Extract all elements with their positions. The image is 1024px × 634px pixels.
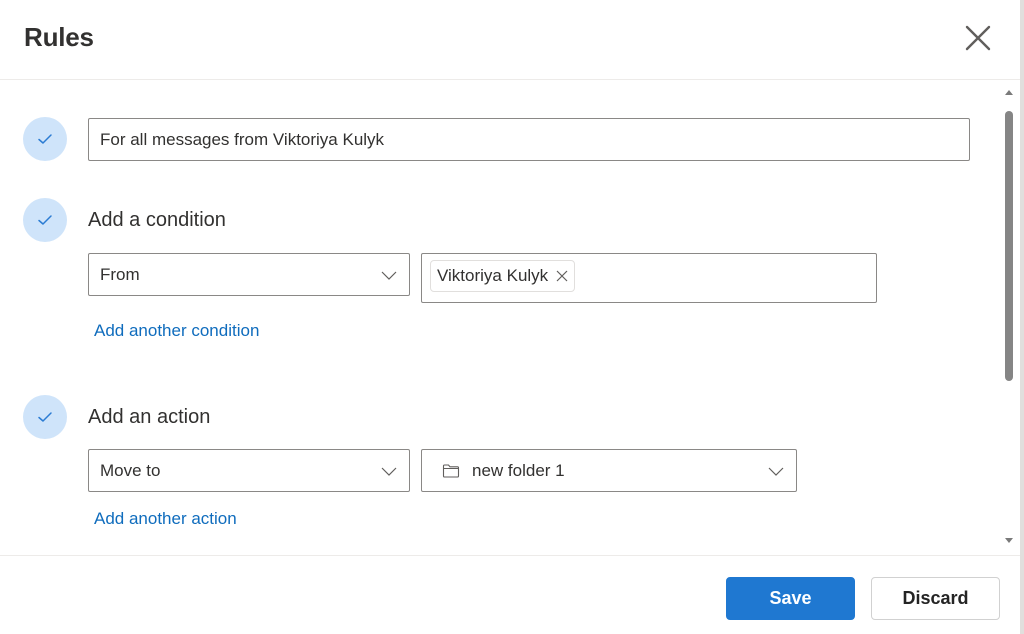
chevron-down-icon: [768, 467, 784, 476]
scroll-thumb[interactable]: [1005, 111, 1013, 381]
condition-heading: Add a condition: [88, 209, 226, 231]
action-complete-icon: [23, 395, 67, 439]
condition-complete-icon: [23, 198, 67, 242]
folder-dropdown[interactable]: new folder 1: [421, 449, 797, 492]
step-complete-icon: [23, 117, 67, 161]
rule-editor: For all messages from Viktoriya Kulyk Ad…: [0, 81, 1000, 555]
condition-type-dropdown[interactable]: From: [88, 253, 410, 296]
rule-name-input[interactable]: For all messages from Viktoriya Kulyk: [88, 118, 970, 161]
close-button[interactable]: [962, 22, 994, 54]
close-icon: [556, 270, 568, 282]
chevron-down-icon: [381, 271, 397, 280]
dialog-header: Rules: [0, 0, 1020, 80]
sender-picker[interactable]: Viktoriya Kulyk: [421, 253, 877, 303]
close-icon: [965, 25, 991, 51]
folder-icon: [442, 464, 460, 478]
remove-recipient-button[interactable]: [556, 270, 568, 282]
folder-value: new folder 1: [472, 461, 565, 480]
dialog-footer: Save Discard: [0, 555, 1020, 634]
chevron-down-icon: [381, 467, 397, 476]
condition-type-value: From: [100, 265, 140, 284]
vertical-scrollbar[interactable]: [1000, 81, 1020, 555]
dialog-title: Rules: [24, 22, 94, 52]
recipient-name: Viktoriya Kulyk: [437, 266, 549, 285]
discard-button[interactable]: Discard: [871, 577, 1000, 620]
scroll-down-arrow-icon[interactable]: [1005, 538, 1013, 543]
action-heading: Add an action: [88, 406, 211, 428]
add-another-condition-link[interactable]: Add another condition: [94, 321, 259, 341]
save-button[interactable]: Save: [726, 577, 855, 620]
window-edge: [1020, 0, 1024, 634]
add-another-action-link[interactable]: Add another action: [94, 509, 237, 529]
scroll-up-arrow-icon[interactable]: [1005, 90, 1013, 95]
recipient-chip[interactable]: Viktoriya Kulyk: [430, 260, 576, 292]
action-type-dropdown[interactable]: Move to: [88, 449, 410, 492]
action-type-value: Move to: [100, 461, 161, 480]
